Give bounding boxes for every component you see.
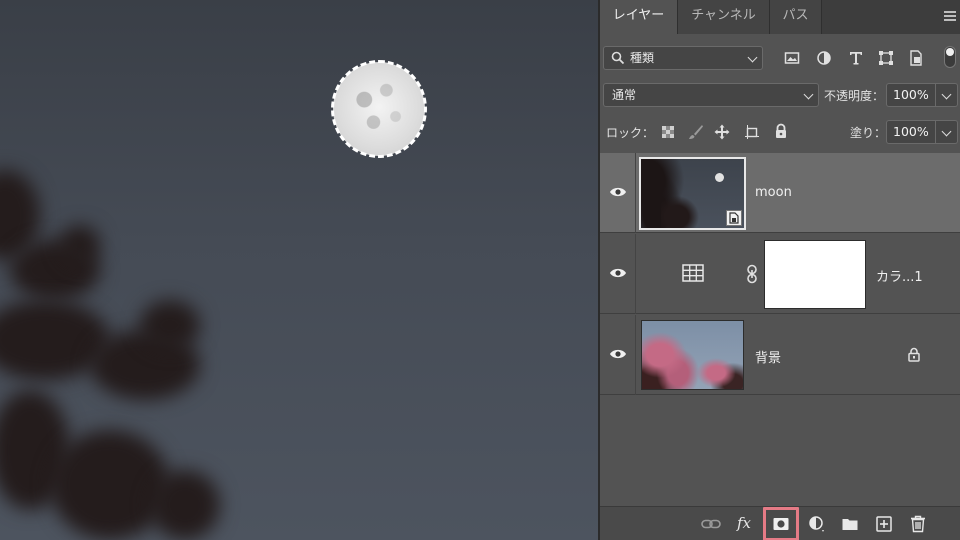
tab-channels[interactable]: チャンネル [678,0,770,34]
type-filter-icon[interactable] [848,50,866,68]
smart-object-filter-icon[interactable] [908,50,926,68]
blend-mode-label: 通常 [612,88,637,102]
thumb-branch [661,194,701,228]
fx-icon[interactable]: fx [737,514,755,532]
chevron-down-icon [803,89,814,100]
layers-list: moon カラ...1 背景 [600,153,960,396]
fill-input[interactable]: 100% [886,120,936,144]
blurred-branch [140,300,200,350]
lock-row: ロック： 塗り： 100% [600,120,960,146]
layer-color-fill[interactable]: カラ...1 [600,234,960,314]
tab-layers[interactable]: レイヤー [600,0,678,34]
layer-name[interactable]: moon [755,185,792,200]
lock-transparent-pixels-icon[interactable] [660,124,678,142]
tab-paths[interactable]: パス [770,0,822,34]
thumb-blossoms [642,331,702,389]
panel-bottom-bar: fx [600,506,960,540]
lock-label: ロック： [606,126,655,140]
layer-thumbnail[interactable] [641,320,744,390]
layer-thumbnail[interactable] [639,157,746,230]
filter-row: 種類 [600,46,960,72]
trash-icon[interactable] [909,515,927,533]
lock-position-icon[interactable] [714,124,732,142]
eye-icon [609,267,627,279]
visibility-toggle[interactable] [600,234,636,314]
filter-toggle[interactable] [944,46,956,68]
layer-mask-icon[interactable] [772,515,790,533]
chevron-down-icon [941,126,952,137]
layer-mask-thumbnail[interactable] [764,240,866,309]
panel-tab-bar: レイヤー チャンネル パス [600,0,960,34]
chevron-down-icon [941,89,952,100]
lock-artboard-icon[interactable] [744,124,762,142]
search-icon [611,51,625,65]
image-filter-icon[interactable] [784,50,802,68]
chevron-down-icon [747,52,758,63]
blurred-branch [50,430,170,540]
document-canvas[interactable] [0,0,598,540]
adjustment-icon[interactable] [808,515,826,533]
filter-kind-label: 種類 [630,51,655,65]
folder-icon[interactable] [841,515,859,533]
visibility-toggle[interactable] [600,315,636,395]
eye-icon [609,348,627,360]
visibility-toggle[interactable] [600,153,636,233]
opacity-input[interactable]: 100% [886,83,936,107]
opacity-label: 不透明度： [824,89,885,103]
layer-name[interactable]: 背景 [755,347,781,366]
layer-moon[interactable]: moon [600,153,960,233]
thumb-moon [715,173,724,182]
selection-marquee [331,60,427,158]
fill-label: 塗り： [850,126,887,140]
opacity-dropdown-button[interactable] [936,83,958,107]
lock-image-pixels-icon[interactable] [688,124,706,142]
blurred-branch [150,470,220,540]
layer-background[interactable]: 背景 [600,315,960,395]
smart-object-badge-icon [726,210,742,226]
layers-panel: レイヤー チャンネル パス 種類 通常 不透明度： 100% ロック： 塗り： … [598,0,960,540]
lock-all-icon[interactable] [773,123,791,141]
link-icon[interactable] [746,264,758,284]
moon-selection[interactable] [331,60,427,158]
thumb-blossoms [697,351,743,389]
adjustment-filter-icon[interactable] [816,50,834,68]
lock-icon[interactable] [907,347,921,362]
fill-dropdown-button[interactable] [936,120,958,144]
eye-icon [609,186,627,198]
panel-menu-icon[interactable] [944,11,956,21]
link-layers-icon[interactable] [701,515,721,533]
blend-row: 通常 不透明度： 100% [600,83,960,109]
fill-layer-grid-icon [682,264,704,282]
new-layer-icon[interactable] [875,515,893,533]
layer-name[interactable]: カラ...1 [876,266,923,285]
blurred-branch [60,225,100,265]
blend-mode-dropdown[interactable]: 通常 [603,83,819,107]
filter-kind-dropdown[interactable]: 種類 [603,46,763,70]
shape-filter-icon[interactable] [878,50,896,68]
